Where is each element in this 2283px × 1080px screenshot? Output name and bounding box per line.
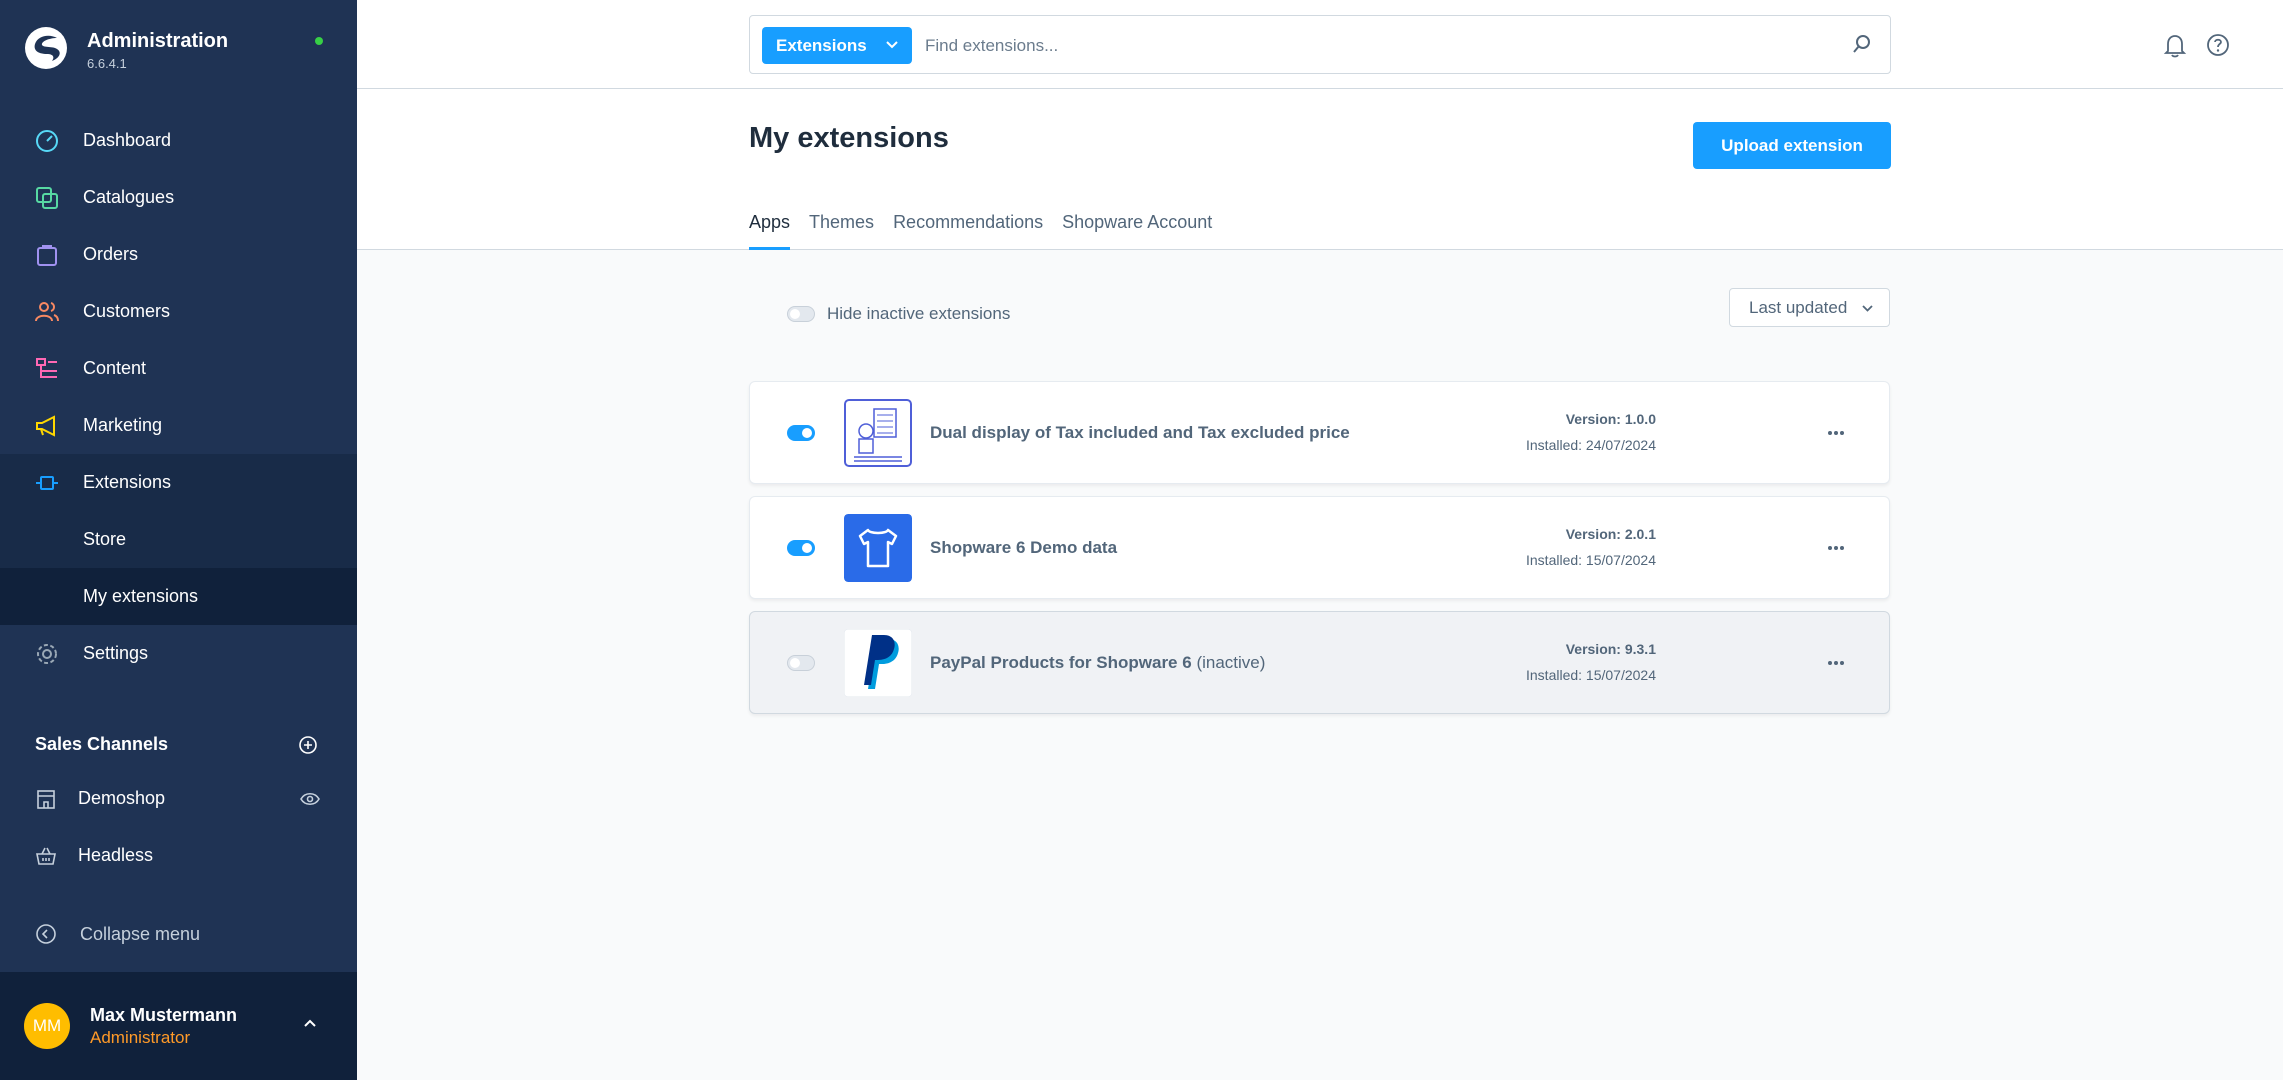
tab-apps[interactable]: Apps [749,207,791,250]
customers-icon [35,302,59,322]
extension-active-toggle[interactable] [787,540,815,556]
sidebar-item-label: Customers [83,301,171,321]
sales-channel-demoshop[interactable]: Demoshop [0,770,357,827]
extension-version: Version: 1.0.0 [1565,411,1656,427]
brand-version: 6.6.4.1 [87,56,127,71]
tab-themes[interactable]: Themes [809,207,874,250]
sales-channel-headless[interactable]: Headless [0,827,357,884]
tax-display-extension-icon [844,399,912,467]
sidebar-item-label: Content [83,358,147,378]
sidebar-item-marketing[interactable]: Marketing [0,397,357,454]
tab-bar: Apps Themes Recommendations Shopware Acc… [749,207,1231,250]
hide-inactive-toggle[interactable] [787,306,815,322]
search-type-label: Extensions [776,35,867,55]
page-title: My extensions [749,122,949,154]
sidebar-item-label: Marketing [83,415,163,435]
avatar: MM [24,1003,70,1049]
status-dot-icon [315,37,323,45]
extensions-icon [36,476,58,490]
page-header: My extensions Upload extension Apps Them… [357,89,2283,250]
search-icon[interactable] [1852,34,1872,54]
extension-card: Shopware 6 Demo data Version: 2.0.1 Inst… [749,496,1890,599]
tab-shopware-account[interactable]: Shopware Account [1062,207,1212,250]
collapse-menu-label: Collapse menu [80,924,201,944]
extension-installed-date: Installed: 15/07/2024 [1526,552,1656,568]
extension-name-text: PayPal Products for Shopware 6 [930,653,1192,672]
extension-installed-date: Installed: 15/07/2024 [1526,667,1656,683]
more-options-icon[interactable] [1826,656,1846,670]
collapse-menu-button[interactable]: Collapse menu [0,905,357,962]
chevron-up-icon[interactable] [302,1017,318,1029]
sidebar-item-label: Settings [83,643,149,663]
brand-header: Administration 6.6.4.1 [0,0,357,100]
extension-name-text: Dual display of Tax included and Tax exc… [930,423,1350,442]
catalogue-icon [36,187,58,209]
content-icon [36,358,57,378]
sidebar-item-content[interactable]: Content [0,340,357,397]
upload-extension-button[interactable]: Upload extension [1693,122,1891,169]
dashboard-icon [36,130,58,152]
extension-name-text: Shopware 6 Demo data [930,538,1118,557]
shopware-logo-icon [25,27,67,69]
add-sales-channel-icon[interactable] [298,735,318,755]
chevron-left-circle-icon [36,924,56,944]
tab-recommendations[interactable]: Recommendations [893,207,1043,250]
sidebar-item-label: Store [83,529,127,549]
sales-channels-title: Sales Channels [35,734,169,754]
more-options-icon[interactable] [1826,541,1846,555]
tshirt-icon [844,514,912,582]
sidebar-item-label: Extensions [83,472,172,492]
sidebar-item-settings[interactable]: Settings [0,625,357,682]
hide-inactive-label: Hide inactive extensions [827,304,1011,323]
sales-channel-label: Headless [78,845,154,865]
user-name: Max Mustermann [90,1005,238,1025]
sidebar-subitem-store[interactable]: Store [0,511,357,568]
sales-channel-label: Demoshop [78,788,166,808]
user-profile[interactable]: MM Max Mustermann Administrator [0,972,357,1080]
sidebar-item-extensions[interactable]: Extensions [0,454,357,511]
sort-select[interactable]: Last updated [1729,288,1890,327]
chevron-down-icon [886,41,898,49]
sidebar-item-dashboard[interactable]: Dashboard [0,112,357,169]
extension-name: PayPal Products for Shopware 6 (inactive… [930,653,1265,673]
extension-active-toggle[interactable] [787,655,815,671]
more-options-icon[interactable] [1826,426,1846,440]
sidebar-item-label: Catalogues [83,187,175,207]
extension-inactive-tag: (inactive) [1196,653,1266,672]
help-icon[interactable] [2206,33,2230,57]
sidebar-item-label: Dashboard [83,130,172,150]
storefront-icon [37,790,55,809]
sidebar-subitem-my-extensions[interactable]: My extensions [0,568,357,625]
sidebar-item-label: My extensions [83,586,199,606]
search-bar: Extensions [749,15,1891,74]
sidebar-item-catalogues[interactable]: Catalogues [0,169,357,226]
sort-select-value: Last updated [1749,297,1848,317]
extension-name: Shopware 6 Demo data [930,538,1117,558]
brand-title: Administration [87,30,229,52]
bell-icon[interactable] [2163,33,2187,58]
extension-version: Version: 9.3.1 [1565,641,1656,657]
chevron-down-icon [1862,305,1873,312]
eye-icon[interactable] [300,792,320,806]
sidebar-item-orders[interactable]: Orders [0,226,357,283]
search-input[interactable] [925,28,1825,63]
basket-icon [36,847,56,865]
user-role: Administrator [90,1028,191,1047]
extension-card: PayPal Products for Shopware 6 (inactive… [749,611,1890,714]
extension-name: Dual display of Tax included and Tax exc… [930,423,1350,443]
orders-icon [37,245,57,266]
settings-icon [37,644,57,664]
paypal-logo-icon [844,629,912,697]
extension-active-toggle[interactable] [787,425,815,441]
top-bar: Extensions [357,0,2283,89]
sidebar-item-label: Orders [83,244,139,264]
extension-installed-date: Installed: 24/07/2024 [1526,437,1656,453]
sidebar-item-customers[interactable]: Customers [0,283,357,340]
search-type-dropdown[interactable]: Extensions [762,27,912,64]
extension-version: Version: 2.0.1 [1565,526,1656,542]
extension-card: Dual display of Tax included and Tax exc… [749,381,1890,484]
marketing-icon [36,415,55,437]
sidebar: Administration 6.6.4.1 Dashboard Catalog… [0,0,357,1080]
